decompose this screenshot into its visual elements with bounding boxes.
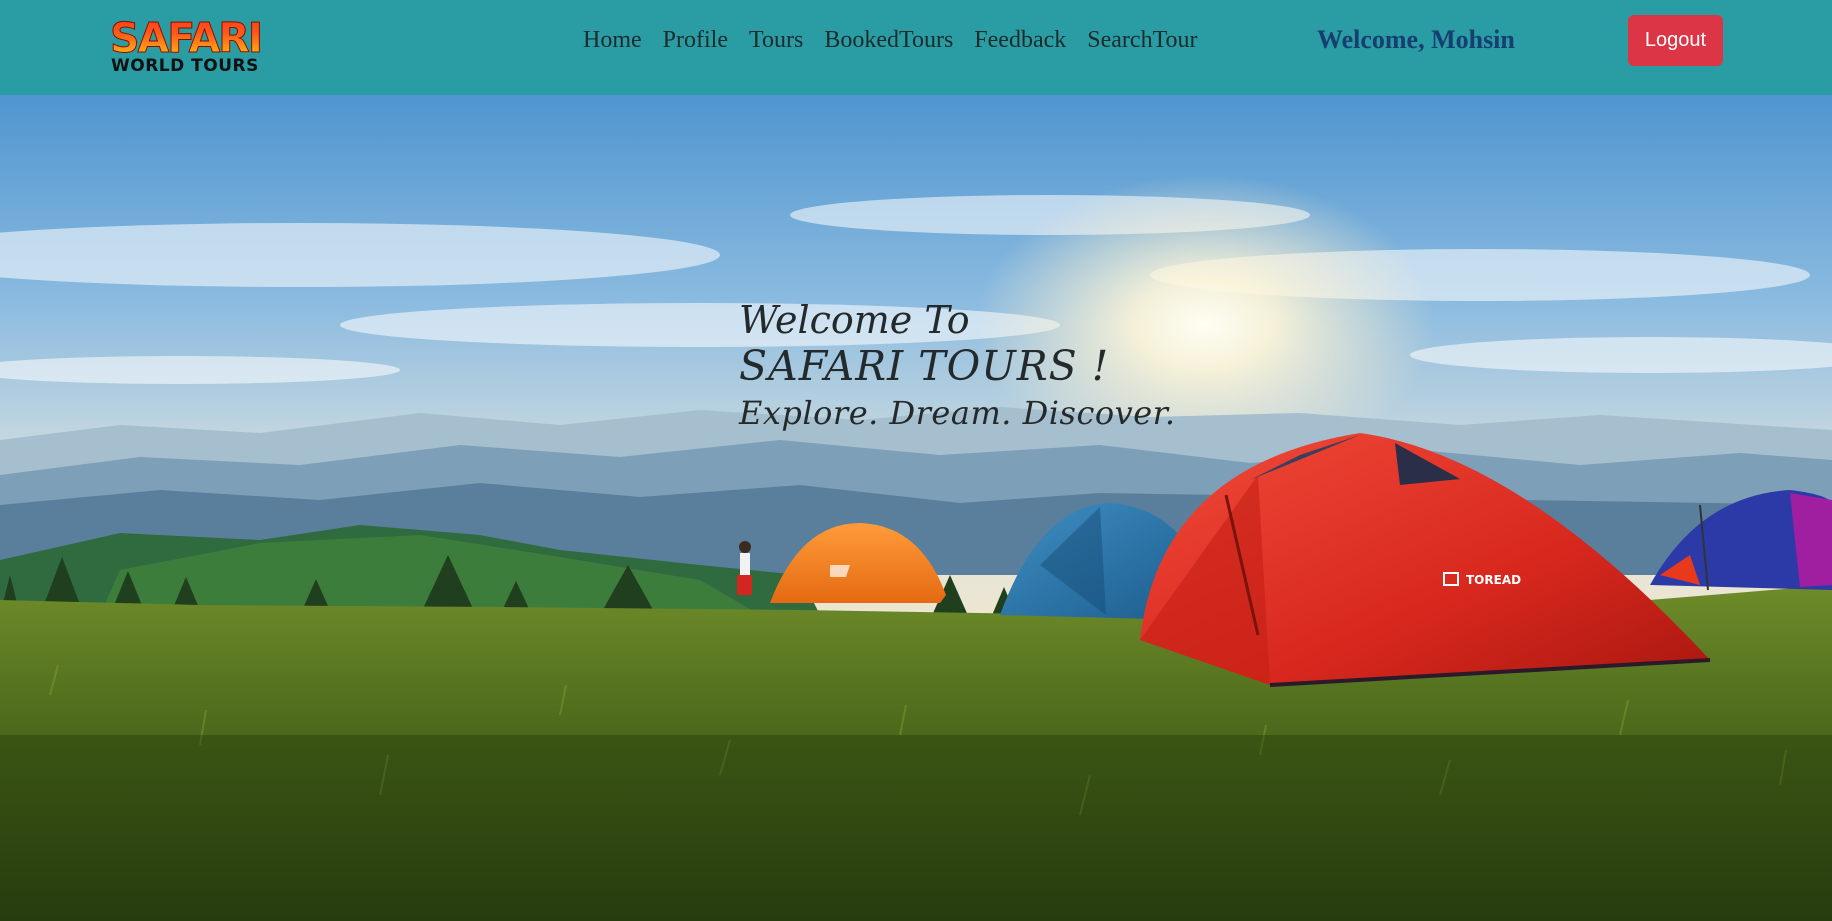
- nav-search-tour-link[interactable]: SearchTour: [1087, 24, 1197, 56]
- hero-text-block: Welcome To SAFARI TOURS ! Explore. Dream…: [739, 298, 1176, 436]
- logout-button[interactable]: Logout: [1628, 15, 1723, 66]
- hero-banner: TOREAD Welcome To SAFARI TOURS ! Explore…: [0, 95, 1832, 921]
- logo-subtitle: WORLD TOURS: [111, 56, 259, 76]
- top-navbar: SAFARI WORLD TOURS Home Profile Tours Bo…: [0, 0, 1832, 95]
- welcome-user-text: Welcome, Mohsin: [1317, 25, 1515, 54]
- nav-home-link[interactable]: Home: [583, 24, 642, 56]
- hero-welcome-heading: Welcome To: [739, 298, 970, 342]
- nav-profile-link[interactable]: Profile: [663, 24, 728, 56]
- nav-links: Home Profile Tours BookedTours Feedback …: [583, 24, 1219, 56]
- tent-brand-text: TOREAD: [1466, 573, 1521, 587]
- nav-tours-link[interactable]: Tours: [749, 24, 803, 56]
- hero-background-image: TOREAD: [0, 95, 1832, 921]
- logo-title: SAFARI: [109, 14, 263, 62]
- nav-feedback-link[interactable]: Feedback: [974, 24, 1066, 56]
- hero-tagline: Explore. Dream. Discover.: [739, 394, 1176, 432]
- nav-booked-tours-link[interactable]: BookedTours: [824, 24, 953, 56]
- safari-logo[interactable]: SAFARI WORLD TOURS: [109, 16, 282, 77]
- hero-site-title: SAFARI TOURS !: [739, 342, 1110, 390]
